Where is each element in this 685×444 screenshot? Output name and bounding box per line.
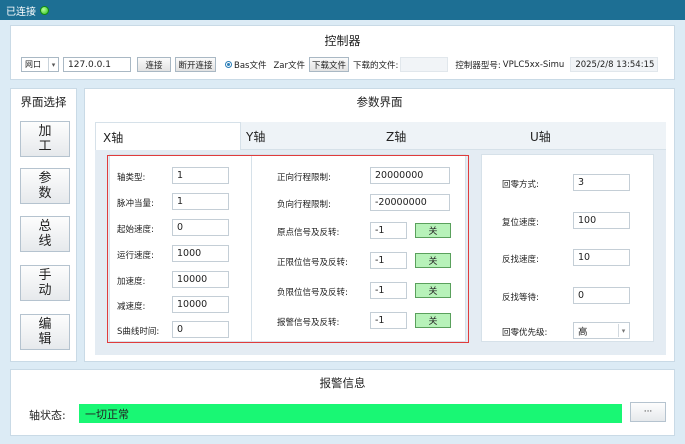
radio-bas-label: Bas文件 (234, 60, 267, 71)
parameter-panel: 参数界面 X轴 Y轴 Z轴 U轴 轴类型: 1 脉冲当量: 1 起始速度: 0 … (84, 88, 675, 362)
positive-limit-signal-input[interactable]: -1 (370, 252, 407, 269)
param-label: 报警信号及反转: (277, 318, 340, 328)
nav-label: 编 (38, 317, 52, 332)
connect-button[interactable]: 连接 (137, 57, 171, 72)
nav-button-manual[interactable]: 手 动 (20, 265, 70, 301)
nav-label: 参 (38, 171, 52, 186)
downloaded-file-label: 下载的文件: (353, 60, 399, 71)
param-label: 运行速度: (117, 251, 154, 261)
reset-speed-input[interactable]: 100 (573, 212, 630, 229)
download-button[interactable]: 下载文件 (309, 57, 349, 72)
radio-zar[interactable]: Zar文件 (273, 59, 305, 71)
tab-content: 轴类型: 1 脉冲当量: 1 起始速度: 0 运行速度: 1000 加速度: 1… (95, 150, 666, 355)
model-label: 控制器型号: (455, 60, 501, 71)
param-label: 减速度: (117, 302, 146, 312)
radio-bas[interactable]: Bas文件 (225, 59, 266, 71)
datetime-display: 2025/2/8 13:54:15 (570, 57, 659, 72)
alarm-title: 报警信息 (319, 376, 366, 390)
negative-limit-signal-input[interactable]: -1 (370, 282, 407, 299)
param-label: 正向行程限制: (277, 173, 331, 183)
nav-label: 辑 (38, 332, 52, 347)
nav-label: 数 (38, 186, 52, 201)
nav-button-edit[interactable]: 编 辑 (20, 314, 70, 350)
axis-tabs: X轴 Y轴 Z轴 U轴 (95, 122, 666, 150)
model-value: VPLC5xx-Simu (502, 59, 565, 70)
interface-select-title: 界面选择 (20, 95, 67, 109)
ip-input[interactable]: 127.0.0.1 (63, 57, 131, 72)
homing-priority-select[interactable]: 高 ▾ (573, 322, 630, 339)
param-label: 反找等待: (502, 293, 539, 303)
nav-label: 总 (38, 219, 52, 234)
axis-status-label: 轴状态: (29, 409, 66, 422)
title-bar: 已连接 (0, 0, 685, 20)
interface-select-panel: 界面选择 加 工 参 数 总 线 手 动 编 辑 (10, 88, 77, 362)
reverse-search-speed-input[interactable]: 10 (573, 249, 630, 266)
param-label: 脉冲当量: (117, 199, 154, 209)
acceleration-input[interactable]: 10000 (172, 271, 229, 288)
param-label: 负限位信号及反转: (277, 288, 348, 298)
param-label: 复位速度: (502, 218, 539, 228)
param-label: 加速度: (117, 277, 146, 287)
param-label: 轴类型: (117, 173, 146, 183)
nav-label: 手 (38, 268, 52, 283)
nav-button-params[interactable]: 参 数 (20, 168, 70, 204)
controller-panel: 控制器 网口 ▾ 127.0.0.1 连接 断开连接 Bas文件 Zar文件 下… (10, 25, 675, 80)
limit-params-group: 正向行程限制: 20000000 负向行程限制: -20000000 原点信号及… (251, 154, 466, 342)
s-curve-time-input[interactable]: 0 (172, 321, 229, 338)
run-speed-input[interactable]: 1000 (172, 245, 229, 262)
basic-params-group: 轴类型: 1 脉冲当量: 1 起始速度: 0 运行速度: 1000 加速度: 1… (109, 154, 252, 342)
chevron-down-icon: ▾ (48, 58, 58, 71)
param-label: 起始速度: (117, 225, 154, 235)
homing-params-group: 回零方式: 3 复位速度: 100 反找速度: 10 反找等待: 0 回零优先级… (481, 154, 654, 342)
param-label: S曲线时间: (117, 327, 160, 337)
axis-status-value: 一切正常 (85, 407, 129, 421)
param-label: 原点信号及反转: (277, 228, 340, 238)
tab-y-axis[interactable]: Y轴 (246, 128, 265, 145)
connection-status: 已连接 (6, 6, 36, 18)
param-label: 回零优先级: (502, 328, 548, 338)
nav-label: 动 (38, 283, 52, 298)
reverse-search-wait-input[interactable]: 0 (573, 287, 630, 304)
positive-travel-limit-input[interactable]: 20000000 (370, 167, 450, 184)
nav-label: 工 (38, 139, 52, 154)
axis-status-bar: 一切正常 (79, 404, 622, 423)
radio-zar-label: Zar文件 (273, 60, 305, 71)
tab-u-axis[interactable]: U轴 (530, 128, 551, 145)
port-type-select[interactable]: 网口 ▾ (21, 57, 59, 72)
param-label: 负向行程限制: (277, 200, 331, 210)
alarm-panel: 报警信息 轴状态: 一切正常 ··· (10, 369, 675, 436)
negative-travel-limit-input[interactable]: -20000000 (370, 194, 450, 211)
nav-label: 加 (38, 124, 52, 139)
pulse-equivalent-input[interactable]: 1 (172, 193, 229, 210)
connection-indicator-icon (40, 5, 49, 15)
nav-button-process[interactable]: 加 工 (20, 121, 70, 157)
origin-signal-input[interactable]: -1 (370, 222, 407, 239)
alarm-invert-toggle[interactable]: 关 (415, 313, 451, 328)
homing-mode-input[interactable]: 3 (573, 174, 630, 191)
origin-invert-toggle[interactable]: 关 (415, 223, 451, 238)
more-button[interactable]: ··· (630, 402, 666, 422)
deceleration-input[interactable]: 10000 (172, 296, 229, 313)
param-label: 正限位信号及反转: (277, 258, 348, 268)
disconnect-button[interactable]: 断开连接 (175, 57, 216, 72)
controller-title: 控制器 (324, 34, 361, 48)
tab-x-axis[interactable]: X轴 (95, 122, 241, 150)
negative-limit-invert-toggle[interactable]: 关 (415, 283, 451, 298)
alarm-signal-input[interactable]: -1 (370, 312, 407, 329)
param-label: 反找速度: (502, 255, 539, 265)
positive-limit-invert-toggle[interactable]: 关 (415, 253, 451, 268)
axis-type-input[interactable]: 1 (172, 167, 229, 184)
radio-checked-icon (225, 61, 232, 68)
port-type-value: 网口 (25, 60, 41, 69)
controller-toolbar: 网口 ▾ 127.0.0.1 连接 断开连接 Bas文件 Zar文件 下载文件 … (21, 57, 659, 72)
nav-button-bus[interactable]: 总 线 (20, 216, 70, 252)
homing-priority-value: 高 (578, 326, 588, 338)
nav-label: 线 (38, 234, 52, 249)
param-label: 回零方式: (502, 180, 539, 190)
start-speed-input[interactable]: 0 (172, 219, 229, 236)
downloaded-file-field (400, 57, 449, 72)
chevron-down-icon: ▾ (618, 324, 628, 337)
parameter-title: 参数界面 (356, 95, 403, 109)
tab-z-axis[interactable]: Z轴 (386, 128, 406, 145)
